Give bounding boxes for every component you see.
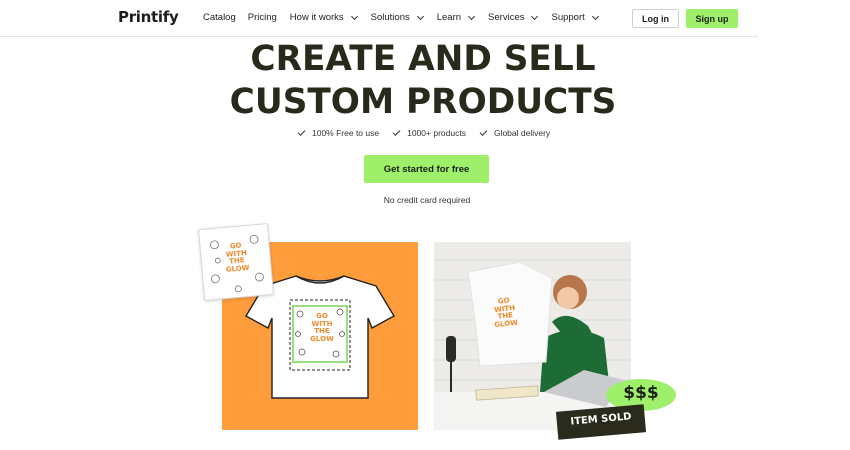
login-button[interactable]: Log in: [632, 9, 679, 28]
check-icon: [392, 127, 401, 136]
nav-item-label: Services: [488, 12, 525, 23]
chevron-down-icon: [350, 12, 358, 20]
design-card-text: GO WITH THE GLOW: [218, 241, 254, 275]
nav-item-label: How it works: [289, 12, 344, 23]
chevron-down-icon: [416, 12, 424, 20]
design-card: GO WITH THE GLOW: [197, 223, 275, 301]
nav-item-services[interactable]: Services: [488, 12, 539, 23]
brand-logo[interactable]: Printify: [118, 8, 179, 26]
chevron-down-icon: [468, 12, 476, 20]
feature-list: 100% Free to use 1000+ products Global d…: [297, 127, 564, 138]
feature-label: 100% Free to use: [312, 128, 380, 138]
nav-item-label: Catalog: [203, 12, 236, 23]
hero-title-line-2: CUSTOM PRODUCTS: [229, 82, 617, 122]
signup-button[interactable]: Sign up: [686, 9, 738, 28]
check-icon: [479, 127, 488, 136]
feature-item: Global delivery: [479, 127, 551, 138]
seller-photo: GO WITH THE GLOW: [434, 242, 631, 430]
seller-photo-illustration: [434, 242, 631, 430]
hero-title-line-1: CREATE AND SELL: [250, 39, 596, 79]
tshirt-design-text: GO WITH THE GLOW: [304, 312, 340, 343]
money-badge-label: $$$: [623, 383, 659, 403]
cta-note: No credit card required: [383, 195, 471, 205]
site-header: Printify Catalog Pricing How it works So…: [0, 0, 758, 37]
feature-label: Global delivery: [493, 128, 551, 138]
check-icon: [297, 127, 306, 136]
feature-label: 1000+ products: [407, 128, 466, 138]
nav-item-learn[interactable]: Learn: [436, 12, 476, 23]
feature-item: 1000+ products: [392, 127, 466, 138]
nav-item-label: Pricing: [247, 12, 277, 23]
nav-item-label: Support: [551, 12, 585, 23]
get-started-button[interactable]: Get started for free: [364, 155, 489, 183]
held-shirt-design-text: GO WITH THE GLOW: [487, 296, 524, 329]
feature-item: 100% Free to use: [297, 127, 380, 138]
design-word: GLOW: [310, 334, 334, 343]
nav-item-support[interactable]: Support: [551, 12, 599, 23]
nav-item-label: Solutions: [370, 12, 410, 23]
main-nav: Catalog Pricing How it works Solutions L…: [203, 12, 599, 23]
chevron-down-icon: [591, 12, 599, 20]
nav-item-how-it-works[interactable]: How it works: [289, 12, 358, 23]
nav-item-solutions[interactable]: Solutions: [370, 12, 424, 23]
nav-item-catalog[interactable]: Catalog: [203, 12, 236, 23]
nav-item-label: Learn: [436, 12, 462, 23]
chevron-down-icon: [531, 12, 539, 20]
nav-item-pricing[interactable]: Pricing: [248, 12, 277, 23]
item-sold-badge: ITEM SOLD: [553, 404, 649, 442]
